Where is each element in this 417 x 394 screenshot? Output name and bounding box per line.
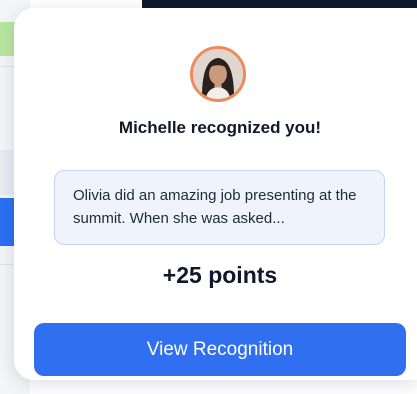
notification-title: Michelle recognized you!	[118, 118, 322, 137]
points-awarded: +25 points	[162, 262, 278, 288]
recognition-message-preview: Olivia did an amazing job presenting at …	[54, 170, 385, 245]
avatar-photo	[193, 49, 243, 99]
avatar	[190, 46, 246, 102]
view-recognition-button[interactable]: View Recognition	[34, 323, 406, 376]
